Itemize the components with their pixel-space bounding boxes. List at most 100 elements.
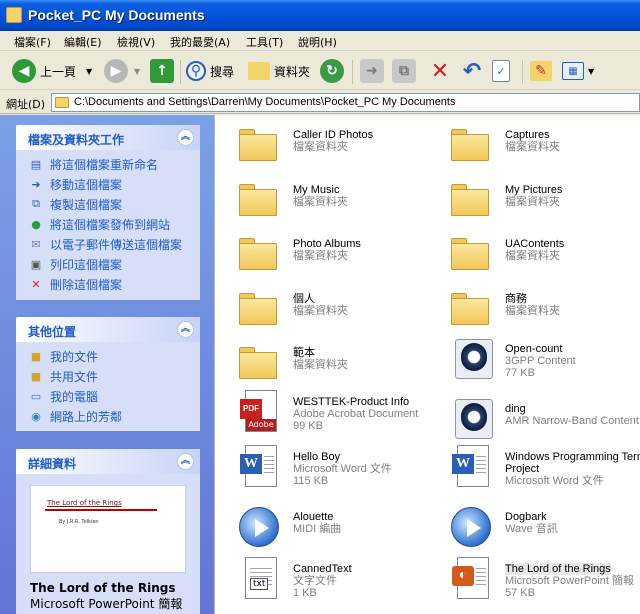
item-name: The Lord of the Rings — [505, 563, 611, 575]
back-button[interactable]: ◀ 上一頁 ▼ — [12, 57, 92, 85]
task-label: 刪除這個檔案 — [50, 277, 123, 292]
search-button[interactable]: ⚲ 搜尋 — [186, 57, 234, 85]
item-size: 99 KB — [293, 420, 323, 432]
menu-tools[interactable]: 工具(T) — [246, 34, 283, 50]
task-print[interactable]: ▣ 列印這個檔案 — [28, 255, 122, 273]
task-rename[interactable]: ▤ 將這個檔案重新命名 — [28, 155, 158, 173]
move-icon: ➜ — [31, 177, 41, 191]
task-label: 將這個檔案重新命名 — [50, 157, 159, 172]
details-pane-header[interactable]: 詳細資料 ︽ — [16, 449, 200, 474]
place-my-computer[interactable]: ▭ 我的電腦 — [28, 387, 98, 405]
list-item[interactable]: Photo Albums 檔案資料夾 — [237, 230, 447, 280]
views-icon: ▦ — [562, 62, 584, 80]
place-label: 我的電腦 — [50, 389, 99, 404]
list-item[interactable]: 個人 檔案資料夾 — [237, 285, 447, 335]
list-item-selected[interactable]: ◐ The Lord of the Rings Microsoft PowerP… — [449, 555, 640, 605]
item-name: WESTTEK-Product Info — [293, 396, 410, 408]
folders-icon — [248, 62, 270, 80]
task-delete[interactable]: ✕ 刪除這個檔案 — [28, 275, 122, 293]
folder-icon — [449, 121, 495, 167]
menu-favorites[interactable]: 我的最愛(A) — [170, 34, 230, 50]
computer-icon: ▭ — [30, 389, 42, 403]
move-to-button[interactable]: ➜ — [360, 57, 384, 85]
views-button[interactable]: ▦ ▼ — [562, 57, 594, 85]
menu-edit[interactable]: 編輯(E) — [64, 34, 102, 50]
item-type: MIDI 編曲 — [293, 523, 342, 535]
list-item[interactable]: Caller ID Photos 檔案資料夾 — [237, 121, 447, 171]
item-type: 檔案資料夾 — [293, 141, 348, 153]
forward-button[interactable]: ▶ ▼ — [104, 57, 140, 85]
task-move[interactable]: ➜ 移動這個檔案 — [28, 175, 122, 193]
list-item[interactable]: ding AMR Narrow-Band Content — [449, 395, 640, 445]
place-shared-documents[interactable]: ■ 共用文件 — [28, 367, 98, 385]
item-size: 115 KB — [293, 475, 329, 487]
other-places-header[interactable]: 其他位置 ︽ — [16, 317, 200, 342]
forward-arrow-icon: ▶ — [104, 59, 128, 83]
network-icon: ◉ — [31, 409, 41, 423]
properties-button[interactable]: ✓ — [492, 57, 510, 85]
item-type: 3GPP Content — [505, 355, 576, 367]
copy-to-button[interactable]: ⧉ — [392, 57, 416, 85]
text-file-icon: txt — [237, 555, 283, 601]
list-item[interactable]: W Hello Boy Microsoft Word 文件 115 KB — [237, 443, 447, 493]
folder-icon: ■ — [30, 349, 42, 363]
list-item[interactable]: PDF Adobe WESTTEK-Product Info Adobe Acro… — [237, 388, 447, 438]
quicktime-icon — [449, 395, 495, 441]
collapse-chevron-icon[interactable]: ︽ — [177, 129, 194, 146]
item-type: Microsoft Word 文件 — [293, 463, 392, 475]
menu-view[interactable]: 檢視(V) — [117, 34, 155, 50]
list-item[interactable]: Dogbark Wave 音訊 — [449, 503, 640, 553]
list-item[interactable]: Alouette MIDI 編曲 — [237, 503, 447, 553]
menu-file[interactable]: 檔案(F) — [14, 34, 51, 50]
list-item[interactable]: txt CannedText 文字文件 1 KB — [237, 555, 447, 605]
undo-icon: ↶ — [462, 58, 482, 84]
undo-button[interactable]: ↶ — [460, 57, 484, 85]
place-network[interactable]: ◉ 網路上的芳鄰 — [28, 407, 122, 425]
list-item[interactable]: W Windows Programming Term Project Micro… — [449, 443, 640, 493]
up-button[interactable]: ↑ — [150, 57, 174, 85]
task-publish[interactable]: ● 將這個檔案發佈到網站 — [28, 215, 170, 233]
item-name: My Pictures — [505, 184, 563, 196]
favorites-icon: ✎ — [530, 61, 552, 81]
list-item[interactable]: Open-count 3GPP Content 77 KB — [449, 335, 640, 385]
dropdown-arrow-icon[interactable]: ▼ — [134, 67, 140, 76]
folder-icon — [237, 121, 283, 167]
collapse-chevron-icon[interactable]: ︽ — [177, 321, 194, 338]
item-size: 1 KB — [293, 587, 317, 599]
search-label: 搜尋 — [210, 64, 235, 79]
list-item[interactable]: 商務 檔案資料夾 — [449, 285, 640, 335]
globe-icon: ● — [31, 217, 41, 231]
item-name: 商務 — [505, 293, 527, 305]
favorites-button[interactable]: ✎ — [530, 57, 552, 85]
list-item[interactable]: My Pictures 檔案資料夾 — [449, 176, 640, 226]
task-email[interactable]: ✉ 以電子郵件傳送這個檔案 — [28, 235, 182, 253]
item-type: AMR Narrow-Band Content — [505, 415, 639, 427]
item-type: 檔案資料夾 — [293, 196, 348, 208]
address-input[interactable]: C:\Documents and Settings\Darren\My Docu… — [51, 93, 640, 112]
task-copy[interactable]: ⧉ 複製這個檔案 — [28, 195, 122, 213]
sync-button[interactable]: ↻ — [320, 57, 344, 85]
folder-icon — [449, 230, 495, 276]
copy-icon: ⧉ — [32, 197, 40, 210]
collapse-chevron-icon[interactable]: ︽ — [177, 453, 194, 470]
thumbnail-author: By J.R.R. Tolkien — [59, 519, 99, 525]
dropdown-arrow-icon[interactable]: ▼ — [86, 67, 92, 76]
details-file-name: The Lord of the Rings — [30, 581, 176, 595]
other-places-title: 其他位置 — [28, 325, 77, 339]
folder-icon — [449, 176, 495, 222]
list-item[interactable]: Captures 檔案資料夾 — [449, 121, 640, 171]
place-my-documents[interactable]: ■ 我的文件 — [28, 347, 98, 365]
list-item[interactable]: UAContents 檔案資料夾 — [449, 230, 640, 280]
item-type: Adobe Acrobat Document — [293, 408, 419, 420]
address-label: 網址(D) — [6, 98, 46, 111]
menu-help[interactable]: 說明(H) — [298, 34, 337, 50]
delete-button[interactable]: ✕ — [428, 57, 452, 85]
dropdown-arrow-icon[interactable]: ▼ — [588, 67, 594, 76]
folders-button[interactable]: 資料夾 — [248, 57, 310, 85]
properties-icon: ✓ — [492, 60, 510, 82]
folder-icon — [6, 7, 22, 23]
tasks-pane-header[interactable]: 檔案及資料夾工作 ︽ — [16, 125, 200, 150]
list-item[interactable]: My Music 檔案資料夾 — [237, 176, 447, 226]
list-item[interactable]: 範本 檔案資料夾 — [237, 339, 447, 389]
other-places-pane: 其他位置 ︽ ■ 我的文件 ■ 共用文件 ▭ 我的電腦 ◉ 網路上的芳鄰 — [16, 317, 200, 431]
